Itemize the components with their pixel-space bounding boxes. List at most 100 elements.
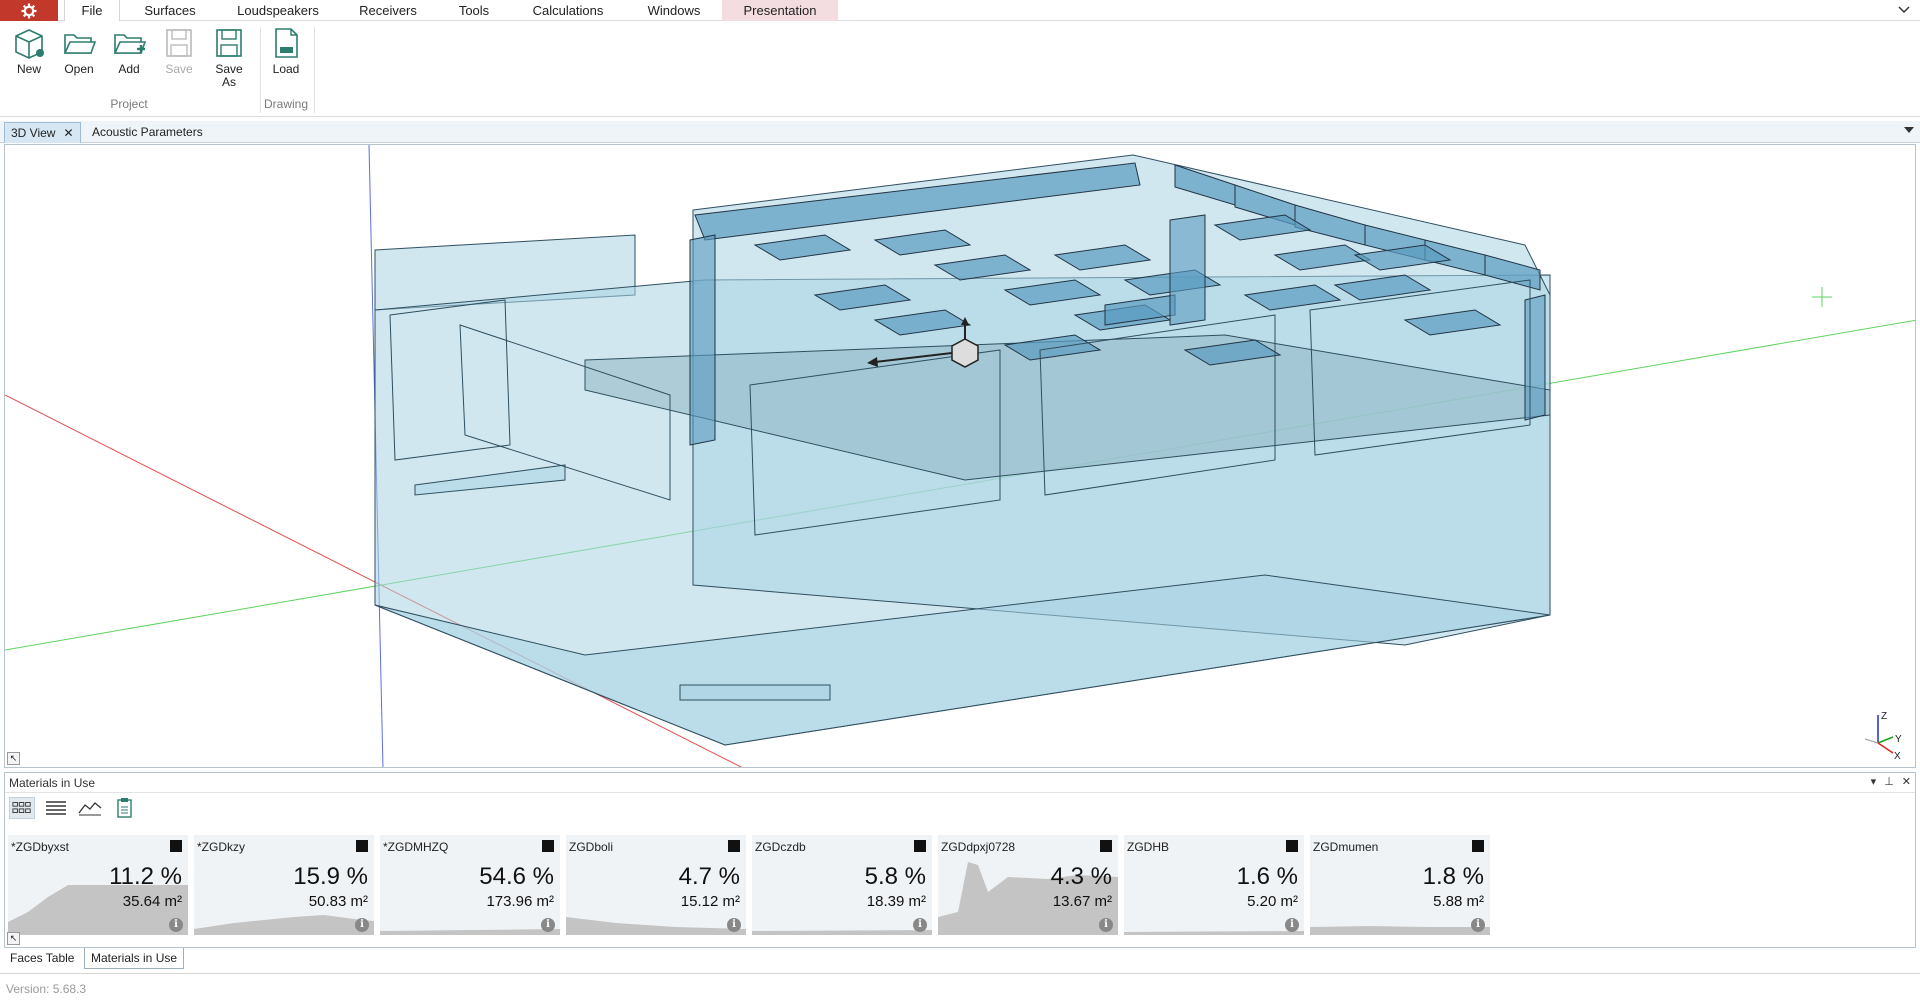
select-cursor-icon[interactable]: ↖ bbox=[7, 752, 20, 765]
info-icon[interactable]: i bbox=[1285, 918, 1299, 932]
pin-icon[interactable]: ⊥ bbox=[1884, 776, 1894, 788]
info-icon[interactable]: i bbox=[169, 918, 183, 932]
tab-faces-table[interactable]: Faces Table bbox=[4, 948, 80, 969]
material-card[interactable]: ZGDHB 1.6 % 5.20 m² i bbox=[1124, 835, 1304, 935]
dropdown-arrow-icon[interactable]: ▾ bbox=[1871, 776, 1877, 788]
material-area: 5.20 m² bbox=[1247, 893, 1298, 910]
ribbon-divider bbox=[314, 27, 315, 113]
material-card[interactable]: *ZGDMHZQ 54.6 % 173.96 m² i bbox=[380, 835, 560, 935]
materials-toolbar bbox=[9, 797, 145, 821]
save-as-disk-icon bbox=[216, 29, 242, 57]
material-name: *ZGDbyxst bbox=[11, 840, 70, 854]
material-color-swatch[interactable] bbox=[1286, 840, 1298, 852]
tab-loudspeakers[interactable]: Loudspeakers bbox=[226, 0, 330, 21]
tab-3d-view-label: 3D View bbox=[11, 126, 56, 140]
material-percent: 5.8 % bbox=[864, 863, 926, 890]
material-area: 18.39 m² bbox=[866, 893, 926, 910]
save-as-button[interactable]: Save As bbox=[207, 26, 251, 89]
clipboard-icon[interactable] bbox=[111, 797, 137, 819]
info-icon[interactable]: i bbox=[1471, 918, 1485, 932]
axis-orientation-gizmo bbox=[1864, 715, 1894, 754]
close-icon[interactable]: ✕ bbox=[1902, 776, 1911, 788]
info-icon[interactable]: i bbox=[355, 918, 369, 932]
drawing-group-label: Drawing bbox=[263, 97, 308, 111]
add-button-label: Add bbox=[118, 62, 140, 76]
3d-viewport[interactable]: Z Y X ↖ bbox=[4, 144, 1916, 768]
load-drawing-icon bbox=[275, 28, 298, 58]
material-name: *ZGDkzy bbox=[197, 840, 245, 854]
material-area: 50.83 m² bbox=[308, 893, 368, 910]
tab-3d-view[interactable]: 3D View ✕ bbox=[4, 122, 81, 143]
add-button[interactable]: Add bbox=[107, 26, 151, 76]
material-name: ZGDczdb bbox=[755, 840, 806, 854]
chart-view-icon[interactable] bbox=[77, 797, 103, 819]
material-name: ZGDboli bbox=[569, 840, 614, 854]
material-card[interactable]: ZGDczdb 5.8 % 18.39 m² i bbox=[752, 835, 932, 935]
material-card[interactable]: ZGDboli 4.7 % 15.12 m² i bbox=[566, 835, 746, 935]
version-label: Version: 5.68.3 bbox=[6, 982, 87, 996]
material-area: 173.96 m² bbox=[486, 893, 554, 910]
material-color-swatch[interactable] bbox=[1472, 840, 1484, 852]
material-card[interactable]: *ZGDkzy 15.9 % 50.83 m² i bbox=[194, 835, 374, 935]
load-button[interactable]: Load bbox=[264, 26, 308, 76]
material-area: 5.88 m² bbox=[1433, 893, 1484, 910]
tab-materials-in-use[interactable]: Materials in Use bbox=[84, 948, 185, 969]
origin-marker bbox=[1812, 287, 1832, 307]
tab-windows[interactable]: Windows bbox=[634, 0, 714, 21]
material-card[interactable]: ZGDdpxj0728 4.3 % 13.67 m² i bbox=[938, 835, 1118, 935]
tab-presentation[interactable]: Presentation bbox=[722, 0, 838, 21]
tab-calculations[interactable]: Calculations bbox=[520, 0, 616, 21]
bottom-tab-strip: Faces Table Materials in Use bbox=[0, 948, 1920, 970]
new-button[interactable]: New bbox=[7, 26, 51, 76]
grid-view-icon[interactable] bbox=[9, 797, 35, 819]
material-color-swatch[interactable] bbox=[728, 840, 740, 852]
material-color-swatch[interactable] bbox=[1100, 840, 1112, 852]
material-percent: 1.6 % bbox=[1236, 863, 1298, 890]
save-as-button-label: Save As bbox=[215, 62, 243, 89]
info-icon[interactable]: i bbox=[541, 918, 555, 932]
tab-receivers[interactable]: Receivers bbox=[346, 0, 430, 21]
panel-controls: ▾ ⊥ ✕ bbox=[1863, 775, 1911, 788]
material-card[interactable]: *ZGDbyxst 11.2 % 35.64 m² i bbox=[8, 835, 188, 935]
room-model-drawing[interactable]: Z Y X bbox=[5, 145, 1916, 768]
info-icon[interactable]: i bbox=[727, 918, 741, 932]
tab-tools[interactable]: Tools bbox=[446, 0, 502, 21]
close-icon[interactable]: ✕ bbox=[63, 126, 73, 140]
material-card[interactable]: ZGDmumen 1.8 % 5.88 m² i bbox=[1310, 835, 1490, 935]
material-name: ZGDdpxj0728 bbox=[941, 840, 1016, 854]
material-percent: 15.9 % bbox=[293, 863, 368, 890]
app-menu-button[interactable] bbox=[0, 0, 58, 21]
material-name: ZGDHB bbox=[1127, 840, 1169, 854]
save-button-label: Save bbox=[165, 62, 193, 76]
info-icon[interactable]: i bbox=[913, 918, 927, 932]
save-button[interactable]: Save bbox=[157, 26, 201, 76]
ribbon: New Open Add Save Save As Project Load D… bbox=[0, 21, 1920, 117]
chevron-down-icon[interactable] bbox=[1896, 2, 1912, 18]
save-disk-icon bbox=[166, 29, 192, 57]
material-color-swatch[interactable] bbox=[356, 840, 368, 852]
gizmo-x-label: X bbox=[1894, 751, 1901, 762]
material-color-swatch[interactable] bbox=[542, 840, 554, 852]
materials-in-use-panel: Materials in Use ▾ ⊥ ✕ *ZGDbyxst 11.2 % 35… bbox=[4, 772, 1916, 948]
open-button[interactable]: Open bbox=[57, 26, 101, 76]
status-bar: Version: 5.68.3 bbox=[0, 973, 1920, 1007]
material-area: 35.64 m² bbox=[122, 893, 182, 910]
tab-acoustic-parameters[interactable]: Acoustic Parameters bbox=[86, 122, 209, 143]
list-view-icon[interactable] bbox=[43, 797, 69, 819]
material-percent: 11.2 % bbox=[109, 863, 182, 890]
folder-add-icon bbox=[113, 34, 146, 54]
folder-open-icon bbox=[63, 34, 96, 54]
material-percent: 54.6 % bbox=[479, 863, 554, 890]
select-cursor-icon[interactable]: ↖ bbox=[7, 932, 20, 945]
tab-file[interactable]: File bbox=[64, 0, 120, 21]
material-area: 13.67 m² bbox=[1052, 893, 1112, 910]
material-color-swatch[interactable] bbox=[914, 840, 926, 852]
material-area: 15.12 m² bbox=[680, 893, 740, 910]
material-color-swatch[interactable] bbox=[170, 840, 182, 852]
tab-list-dropdown-icon[interactable] bbox=[1904, 127, 1914, 133]
open-button-label: Open bbox=[64, 62, 94, 76]
menu-bar: File Surfaces Loudspeakers Receivers Too… bbox=[0, 0, 1920, 21]
project-group-label: Project bbox=[110, 97, 148, 111]
tab-surfaces[interactable]: Surfaces bbox=[132, 0, 208, 21]
info-icon[interactable]: i bbox=[1099, 918, 1113, 932]
